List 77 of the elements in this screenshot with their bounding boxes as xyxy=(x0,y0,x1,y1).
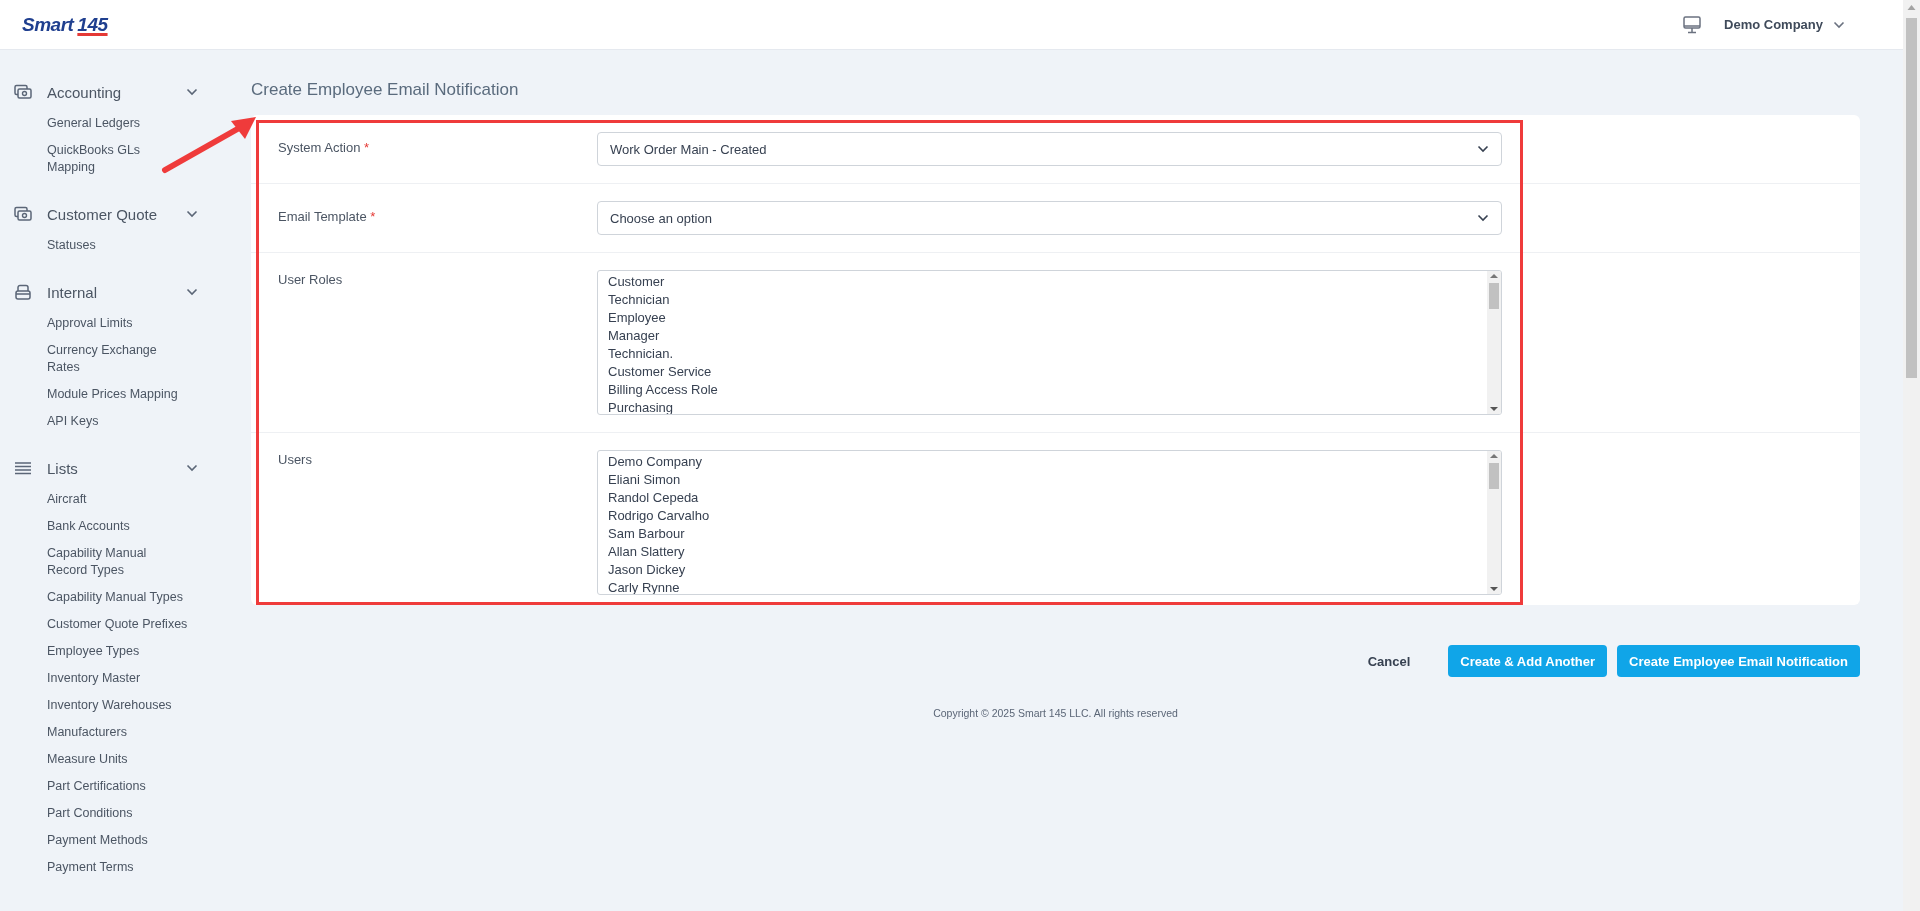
sidebar-group-toggle[interactable]: Customer Quote xyxy=(14,199,198,229)
sidebar-link[interactable]: Manufacturers xyxy=(47,719,189,746)
sidebar-link[interactable]: Approval Limits xyxy=(47,310,189,337)
field-label: System Action xyxy=(278,140,361,155)
list-option[interactable]: Customer Service xyxy=(608,363,1487,381)
sidebar-link[interactable]: Module Prices Mapping xyxy=(47,381,189,408)
required-mark: * xyxy=(364,140,370,155)
logo[interactable]: Smart 145 xyxy=(22,13,108,36)
sidebar-link[interactable]: Aircraft xyxy=(47,486,189,513)
scroll-up-icon[interactable] xyxy=(1490,451,1498,461)
required-mark: * xyxy=(370,209,376,224)
field-label: Email Template xyxy=(278,209,367,224)
page-scrollbar-thumb[interactable] xyxy=(1906,18,1917,378)
sidebar-group-toggle[interactable]: Lists xyxy=(14,453,198,483)
list-option[interactable]: Manager xyxy=(608,327,1487,345)
field-label: User Roles xyxy=(278,272,343,287)
monitor-icon[interactable] xyxy=(1682,14,1703,35)
list-option[interactable]: Purchasing xyxy=(608,399,1487,414)
sidebar-link[interactable]: Capability Manual Record Types xyxy=(47,540,189,584)
field-label: Users xyxy=(278,452,312,467)
scrollbar-track[interactable] xyxy=(1487,451,1501,594)
select-field[interactable]: Work Order Main - Created xyxy=(597,132,1502,166)
list-option[interactable]: Sam Barbour xyxy=(608,525,1487,543)
scrollbar-track[interactable] xyxy=(1487,271,1501,414)
chevron-down-icon xyxy=(1833,20,1845,29)
list-option[interactable]: Billing Access Role xyxy=(608,381,1487,399)
scrollbar-thumb[interactable] xyxy=(1489,283,1499,309)
sidebar-link[interactable]: Inventory Warehouses xyxy=(47,692,189,719)
sidebar-link[interactable]: API Keys xyxy=(47,408,189,435)
select-field[interactable]: Choose an option xyxy=(597,201,1502,235)
chevron-down-icon xyxy=(1477,145,1489,153)
chevron-icon xyxy=(186,464,198,472)
cash-icon xyxy=(14,84,32,100)
list-option[interactable]: Eliani Simon xyxy=(608,471,1487,489)
list-option[interactable]: Rodrigo Carvalho xyxy=(608,507,1487,525)
chevron-icon xyxy=(186,288,198,296)
list-option[interactable]: Randol Cepeda xyxy=(608,489,1487,507)
sidebar-link[interactable]: Payment Terms xyxy=(47,854,189,881)
sidebar-link[interactable]: Part Certifications xyxy=(47,773,189,800)
sidebar-link[interactable]: Capability Manual Types xyxy=(47,584,189,611)
sidebar-link[interactable]: Inventory Master xyxy=(47,665,189,692)
list-option[interactable]: Technician xyxy=(608,291,1487,309)
sidebar-link[interactable]: General Ledgers xyxy=(47,110,189,137)
scroll-down-icon[interactable] xyxy=(1490,404,1498,414)
list-option[interactable]: Customer xyxy=(608,273,1487,291)
sidebar-link[interactable]: Part Conditions xyxy=(47,800,189,827)
list-option[interactable]: Employee xyxy=(608,309,1487,327)
sidebar-link[interactable]: QuickBooks GLs Mapping xyxy=(47,137,189,181)
list-icon xyxy=(14,461,32,475)
chevron-icon xyxy=(186,210,198,218)
list-box[interactable]: Customer Technician Employee Manager Technician. Customer Service Billing Access Role Purchasing xyxy=(597,270,1502,415)
list-option[interactable]: Allan Slattery xyxy=(608,543,1487,561)
scroll-down-icon[interactable] xyxy=(1490,584,1498,594)
sidebar-link[interactable]: Currency Exchange Rates xyxy=(47,337,189,381)
copyright-text: Copyright © 2025 Smart 145 LLC. All rights reserved xyxy=(932,707,1179,719)
cancel-link[interactable]: Cancel xyxy=(1355,645,1423,677)
company-dropdown[interactable]: Demo Company xyxy=(1724,17,1845,32)
list-box[interactable]: Demo Company Eliani Simon Randol Cepeda Rodrigo Carvalho Sam Barbour Allan Slattery Jason Dickey Carly Rynne xyxy=(597,450,1502,595)
cash-icon xyxy=(14,206,32,222)
chevron-icon xyxy=(186,88,198,96)
list-option[interactable]: Carly Rynne xyxy=(608,579,1487,594)
list-option[interactable]: Demo Company xyxy=(608,453,1487,471)
sidebar-link[interactable]: Customer Quote Prefixes xyxy=(47,611,189,638)
chevron-down-icon xyxy=(1477,214,1489,222)
list-option[interactable]: Technician. xyxy=(608,345,1487,363)
scroll-up-icon[interactable] xyxy=(1490,271,1498,281)
sidebar-group-toggle[interactable]: Accounting xyxy=(14,77,198,107)
sidebar-link[interactable]: Statuses xyxy=(47,232,189,259)
inbox-icon xyxy=(14,283,32,301)
list-option[interactable]: Jason Dickey xyxy=(608,561,1487,579)
scrollbar-thumb[interactable] xyxy=(1489,463,1499,489)
sidebar-link[interactable]: Employee Types xyxy=(47,638,189,665)
page-title: Create Employee Email Notification xyxy=(251,79,520,101)
sidebar-link[interactable]: Bank Accounts xyxy=(47,513,189,540)
sidebar-link[interactable]: Measure Units xyxy=(47,746,189,773)
sidebar-link[interactable]: Payment Methods xyxy=(47,827,189,854)
sidebar-group-toggle[interactable]: Internal xyxy=(14,277,198,307)
